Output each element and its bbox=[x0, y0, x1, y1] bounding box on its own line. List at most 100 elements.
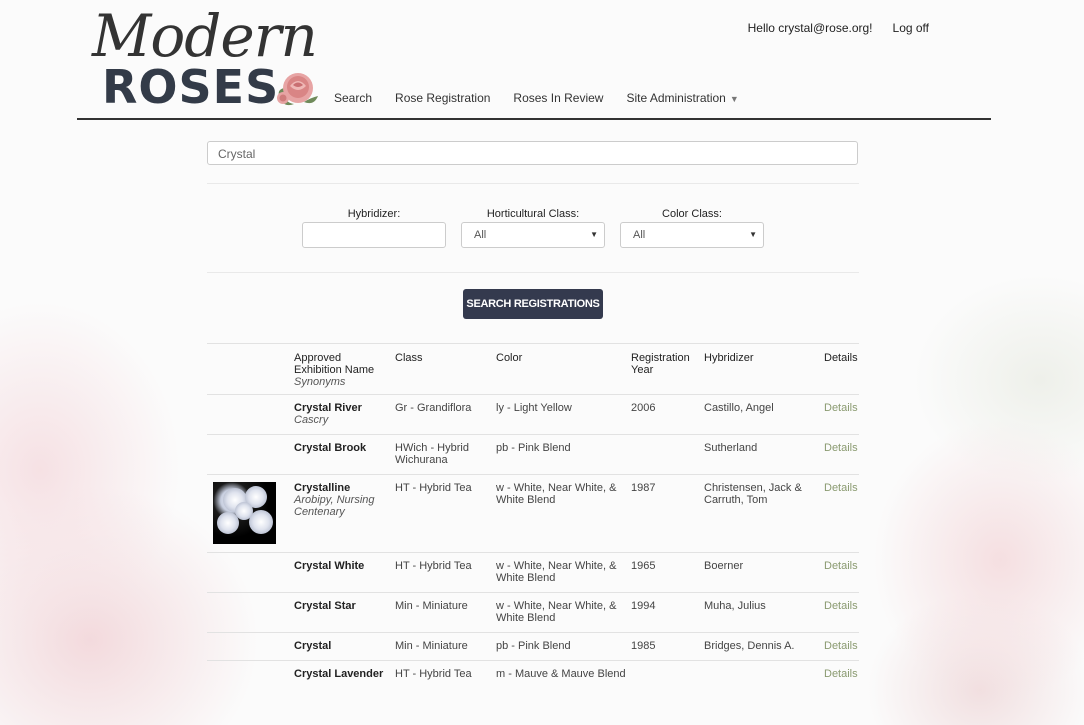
color-class-label: Color Class: bbox=[662, 208, 722, 220]
rose-name: Crystal Brook bbox=[294, 442, 367, 454]
table-row: Crystal White HT - Hybrid Tea w - White,… bbox=[207, 552, 859, 593]
header-image bbox=[207, 343, 294, 395]
header-year-line2: Year bbox=[631, 364, 654, 376]
rose-hybridizer: Christensen, Jack & Carruth, Tom bbox=[704, 474, 824, 553]
rose-hybridizer: Boerner bbox=[704, 552, 824, 593]
row-name-cell: Crystalline Arobipy, Nursing Centenary bbox=[294, 474, 395, 553]
horticultural-class-label: Horticultural Class: bbox=[486, 208, 580, 220]
nav-roses-in-review[interactable]: Roses In Review bbox=[513, 91, 603, 105]
details-link[interactable]: Details bbox=[824, 552, 859, 593]
rose-hybridizer: Muha, Julius bbox=[704, 592, 824, 633]
header-name-line1: Approved bbox=[294, 352, 342, 364]
rose-year: 1987 bbox=[631, 474, 704, 553]
log-off-link[interactable]: Log off bbox=[893, 21, 929, 35]
header-year: Registration Year bbox=[631, 343, 704, 395]
table-row: Crystalline Arobipy, Nursing Centenary H… bbox=[207, 474, 859, 553]
table-row: Crystal Brook HWich - Hybrid Wichurana p… bbox=[207, 434, 859, 475]
rose-hybridizer: Castillo, Angel bbox=[704, 394, 824, 435]
header-details: Details bbox=[824, 343, 859, 395]
rose-color: w - White, Near White, & White Blend bbox=[496, 552, 631, 593]
table-row: Crystal Star Min - Miniature w - White, … bbox=[207, 592, 859, 633]
site-header: Modern ROSES Search Rose Registration Ro… bbox=[77, 0, 991, 120]
rose-class: HWich - Hybrid Wichurana bbox=[395, 434, 496, 475]
row-image-cell bbox=[207, 632, 294, 661]
header-class: Class bbox=[395, 343, 496, 395]
details-link[interactable]: Details bbox=[824, 394, 859, 435]
rose-class: HT - Hybrid Tea bbox=[395, 660, 496, 688]
nav-rose-registration[interactable]: Rose Registration bbox=[395, 91, 490, 105]
row-name-cell: Crystal River Cascry bbox=[294, 394, 395, 435]
rose-color: ly - Light Yellow bbox=[496, 394, 631, 435]
modern-roses-logo[interactable]: Modern ROSES bbox=[92, 2, 322, 114]
results-table: Approved Exhibition Name Synonyms Class … bbox=[207, 343, 859, 688]
details-link[interactable]: Details bbox=[824, 632, 859, 661]
header-color: Color bbox=[496, 343, 631, 395]
rose-name: Crystal River bbox=[294, 402, 362, 414]
horticultural-class-select[interactable]: All ▼ bbox=[461, 222, 605, 248]
rose-hybridizer: Bridges, Dennis A. bbox=[704, 632, 824, 661]
search-registrations-button[interactable]: SEARCH REGISTRATIONS bbox=[463, 289, 603, 319]
rose-year bbox=[631, 434, 704, 475]
rose-name: Crystal bbox=[294, 640, 332, 652]
nav-search[interactable]: Search bbox=[334, 91, 372, 105]
header-name-line2: Exhibition Name bbox=[294, 364, 375, 376]
rose-year bbox=[631, 660, 704, 688]
nav-site-administration[interactable]: Site Administration ▼ bbox=[626, 91, 738, 105]
rose-name: Crystal White bbox=[294, 560, 365, 572]
rose-class: Gr - Grandiflora bbox=[395, 394, 496, 435]
header-synonyms: Synonyms bbox=[294, 376, 346, 388]
rose-name: Crystalline bbox=[294, 482, 351, 494]
table-row: Crystal Min - Miniature pb - Pink Blend … bbox=[207, 632, 859, 661]
row-name-cell: Crystal bbox=[294, 632, 395, 661]
select-arrow-icon: ▼ bbox=[749, 230, 757, 239]
rose-color: pb - Pink Blend bbox=[496, 632, 631, 661]
rose-color: pb - Pink Blend bbox=[496, 434, 631, 475]
rose-year: 1965 bbox=[631, 552, 704, 593]
rose-color: m - Mauve & Mauve Blend bbox=[496, 660, 631, 688]
horticultural-class-value: All bbox=[474, 229, 487, 241]
hybridizer-input[interactable] bbox=[302, 222, 446, 248]
rose-thumbnail-image[interactable] bbox=[213, 482, 276, 544]
user-area: Hello crystal@rose.org! Log off bbox=[728, 21, 929, 35]
rose-synonyms: Cascry bbox=[294, 414, 329, 426]
row-name-cell: Crystal Lavender bbox=[294, 660, 395, 688]
details-link[interactable]: Details bbox=[824, 592, 859, 633]
row-image-cell bbox=[207, 660, 294, 688]
divider bbox=[207, 183, 859, 184]
header-year-line1: Registration bbox=[631, 352, 690, 364]
table-row: Crystal Lavender HT - Hybrid Tea m - Mau… bbox=[207, 660, 859, 688]
rose-year: 2006 bbox=[631, 394, 704, 435]
user-greeting[interactable]: Hello crystal@rose.org! bbox=[748, 21, 873, 35]
logo-block-text: ROSES bbox=[102, 60, 280, 114]
row-image-cell bbox=[207, 434, 294, 475]
rose-synonyms: Arobipy, Nursing Centenary bbox=[294, 494, 375, 518]
row-image-cell bbox=[207, 592, 294, 633]
rose-class: HT - Hybrid Tea bbox=[395, 552, 496, 593]
rose-color: w - White, Near White, & White Blend bbox=[496, 474, 631, 553]
rose-class: Min - Miniature bbox=[395, 632, 496, 661]
rose-hybridizer: Sutherland bbox=[704, 434, 824, 475]
header-hybridizer: Hybridizer bbox=[704, 343, 824, 395]
rose-year: 1994 bbox=[631, 592, 704, 633]
nav-site-administration-label: Site Administration bbox=[626, 91, 726, 105]
search-input[interactable]: Crystal bbox=[207, 141, 858, 165]
row-name-cell: Crystal Brook bbox=[294, 434, 395, 475]
hybridizer-label: Hybridizer: bbox=[347, 208, 401, 220]
rose-flower-icon bbox=[277, 73, 318, 106]
rose-class: HT - Hybrid Tea bbox=[395, 474, 496, 553]
rose-year: 1985 bbox=[631, 632, 704, 661]
details-link[interactable]: Details bbox=[824, 434, 859, 475]
rose-name: Crystal Star bbox=[294, 600, 356, 612]
rose-class: Min - Miniature bbox=[395, 592, 496, 633]
rose-color: w - White, Near White, & White Blend bbox=[496, 592, 631, 633]
row-image-cell bbox=[207, 394, 294, 435]
details-link[interactable]: Details bbox=[824, 660, 859, 688]
rose-hybridizer bbox=[704, 660, 824, 688]
table-header-row: Approved Exhibition Name Synonyms Class … bbox=[207, 343, 859, 395]
rose-name: Crystal Lavender bbox=[294, 668, 384, 680]
details-link[interactable]: Details bbox=[824, 474, 859, 553]
caret-down-icon: ▼ bbox=[729, 94, 739, 104]
divider bbox=[207, 272, 859, 273]
header-name: Approved Exhibition Name Synonyms bbox=[294, 343, 395, 395]
color-class-select[interactable]: All ▼ bbox=[620, 222, 764, 248]
